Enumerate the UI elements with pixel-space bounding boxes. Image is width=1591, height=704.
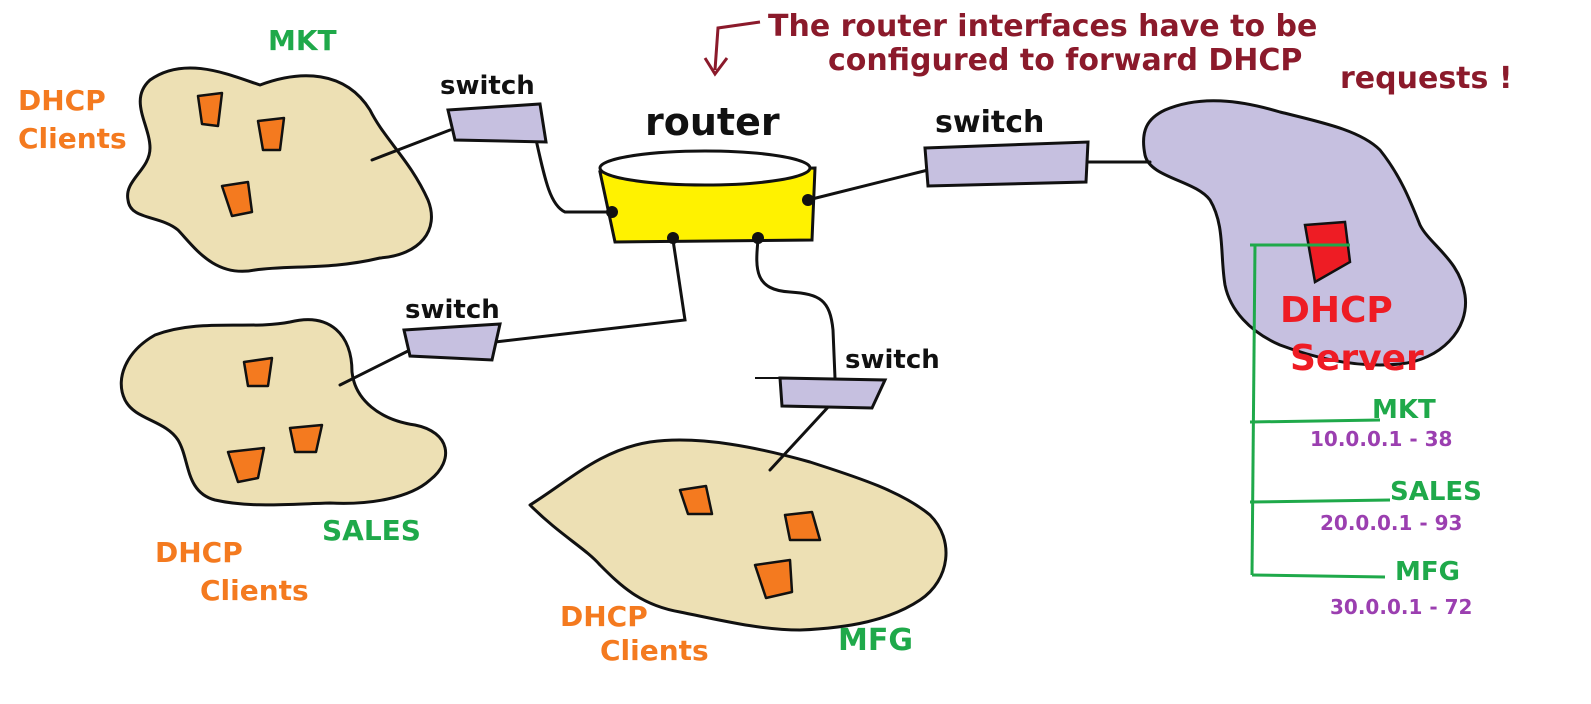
switch-mkt: [446, 102, 548, 144]
annotation: The router interfaces have to be configu…: [703, 9, 1513, 96]
annotation-line-3: requests !: [1340, 61, 1513, 96]
scope-range-mfg: 30.0.0.1 - 72: [1330, 595, 1472, 619]
scope-range-sales: 20.0.0.1 - 93: [1320, 511, 1462, 535]
sales-clients-line1: DHCP: [155, 536, 243, 569]
annotation-line-2: configured to forward DHCP: [828, 43, 1302, 78]
annotation-arrow-icon: [703, 20, 761, 77]
switch-sales: [402, 322, 502, 362]
router: [598, 149, 817, 244]
network-diagram: The router interfaces have to be configu…: [0, 0, 1591, 704]
link-router-sales-switch: [493, 238, 687, 344]
sales-cloud: [119, 318, 448, 507]
mkt-name: MKT: [268, 24, 337, 57]
client-icon: [288, 423, 324, 454]
switch-label-server: switch: [935, 105, 1044, 140]
server-label-line1: DHCP: [1280, 290, 1393, 331]
mkt-cloud: [126, 66, 433, 273]
client-icon: [242, 356, 274, 388]
client-icon: [256, 116, 286, 152]
scope-name-mkt: MKT: [1372, 395, 1436, 425]
scope-name-mfg: MFG: [1395, 557, 1460, 587]
switch-label-mfg: switch: [845, 345, 940, 375]
sales-name: SALES: [322, 514, 421, 547]
router-label: router: [645, 100, 780, 144]
client-icon: [196, 91, 224, 128]
mfg-name: MFG: [838, 623, 913, 658]
annotation-line-1: The router interfaces have to be: [768, 9, 1317, 44]
sales-clients-line2: Clients: [200, 574, 309, 607]
mkt-clients-line2: Clients: [18, 122, 127, 155]
switch-label-mkt: switch: [440, 71, 535, 101]
scope-range-mkt: 10.0.0.1 - 38: [1310, 427, 1452, 451]
link-switch-router-left: [533, 133, 612, 214]
switch-mfg: [755, 376, 888, 410]
server-label-line2: Server: [1290, 338, 1424, 379]
scope-name-sales: SALES: [1390, 477, 1482, 507]
link-router-mfg-switch: [755, 238, 837, 380]
switch-server: [923, 140, 1090, 188]
diagram-svg: The router interfaces have to be configu…: [18, 9, 1513, 667]
switch-label-sales: switch: [405, 295, 500, 325]
mfg-clients-line1: DHCP: [560, 600, 648, 633]
mfg-clients-line2: Clients: [600, 634, 709, 667]
mkt-clients-line1: DHCP: [18, 84, 106, 117]
link-router-server-switch: [806, 168, 930, 202]
